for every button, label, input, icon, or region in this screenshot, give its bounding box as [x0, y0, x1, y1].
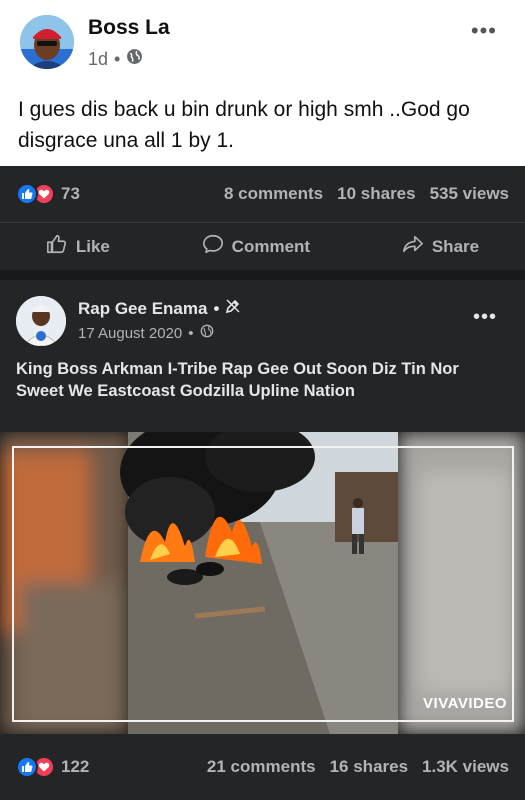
- like-label: Like: [75, 236, 110, 256]
- shared-author-name[interactable]: Rap Gee Enama: [78, 299, 207, 319]
- like-icon: [16, 756, 38, 778]
- edit-icon: [225, 298, 241, 319]
- shared-more-options-icon[interactable]: •••: [473, 306, 497, 329]
- shared-comments-count[interactable]: 21 comments: [207, 757, 316, 777]
- share-label: Share: [431, 236, 480, 256]
- comment-label: Comment: [231, 236, 311, 256]
- post-header: Boss La 1d • •••: [0, 0, 525, 86]
- post-stats-bar: 73 8 comments 10 shares 535 views: [0, 166, 525, 222]
- date-separator: •: [188, 324, 194, 342]
- like-button[interactable]: Like: [46, 233, 110, 260]
- reactions-count: 73: [61, 184, 80, 203]
- shared-reactions-count: 122: [61, 757, 90, 776]
- shares-count[interactable]: 10 shares: [337, 184, 415, 204]
- like-icon: [16, 183, 38, 205]
- comment-button[interactable]: Comment: [202, 233, 310, 260]
- shared-reactions-summary[interactable]: 122: [16, 756, 89, 778]
- avatar[interactable]: [20, 15, 74, 69]
- shared-post-stats-bar: 122 21 comments 16 shares 1.3K views: [0, 734, 525, 800]
- comments-count[interactable]: 8 comments: [224, 184, 323, 204]
- video-frame: [12, 446, 514, 722]
- shared-post-meta: 17 August 2020 •: [78, 324, 214, 342]
- reactions-summary[interactable]: 73: [16, 183, 80, 205]
- shared-author-avatar[interactable]: [16, 296, 66, 346]
- share-button[interactable]: Share: [402, 233, 479, 260]
- post-author-name[interactable]: Boss La: [88, 16, 170, 40]
- video-player[interactable]: VIVAVIDEO: [0, 432, 525, 734]
- more-options-icon[interactable]: •••: [471, 18, 497, 44]
- shared-post-date[interactable]: 17 August 2020: [78, 325, 182, 342]
- shared-views-count: 1.3K views: [422, 757, 509, 776]
- shared-post-text: King Boss Arkman I-Tribe Rap Gee Out Soo…: [16, 360, 459, 400]
- globe-icon: [200, 324, 214, 342]
- comment-icon: [202, 233, 224, 260]
- shared-author-row: Rap Gee Enama •: [78, 298, 241, 319]
- globe-icon: [126, 48, 143, 70]
- name-separator: •: [213, 298, 220, 318]
- views-count: 535 views: [429, 184, 509, 203]
- shared-shares-count[interactable]: 16 shares: [330, 757, 408, 777]
- post-text: I gues dis back u bin drunk or high smh …: [18, 98, 470, 152]
- shared-post: Rap Gee Enama • 17 August 2020 • ••• Kin…: [0, 280, 525, 734]
- share-icon: [402, 233, 424, 260]
- post-time[interactable]: 1d: [88, 49, 108, 70]
- meta-separator: •: [114, 48, 121, 69]
- video-watermark: VIVAVIDEO: [423, 695, 507, 712]
- action-bar: Like Comment Share: [0, 222, 525, 270]
- post-meta: 1d •: [88, 48, 143, 70]
- like-icon: [46, 233, 68, 260]
- post-body-dark: 73 8 comments 10 shares 535 views Like C…: [0, 166, 525, 800]
